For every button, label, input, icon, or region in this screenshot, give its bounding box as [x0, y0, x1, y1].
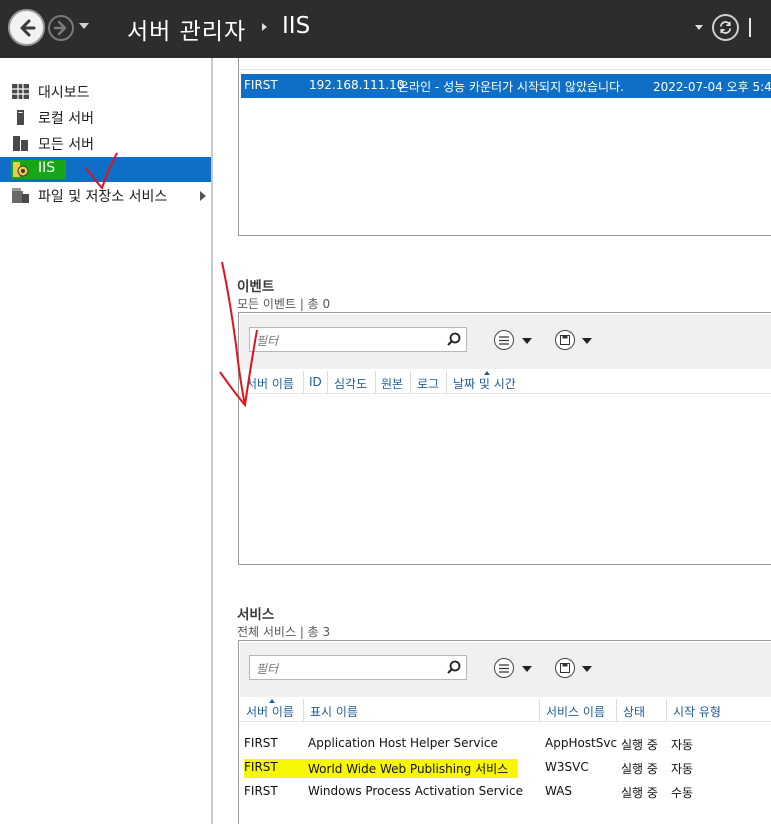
sidebar-item-iis[interactable]: IIS — [0, 157, 211, 182]
chevron-down-icon[interactable] — [582, 338, 592, 344]
column-separator — [375, 371, 376, 393]
column-header-start-type[interactable]: 시작 유형 — [673, 703, 721, 720]
column-header-status[interactable]: 상태 — [623, 703, 645, 720]
dashboard-icon — [12, 84, 29, 99]
column-header-log[interactable]: 로그 — [417, 375, 439, 392]
column-header-server-name[interactable]: 서버 이름 — [246, 703, 294, 720]
sidebar-item-dashboard[interactable]: 대시보드 — [0, 79, 211, 104]
cell-display-name: Application Host Helper Service — [308, 736, 498, 750]
search-icon[interactable] — [447, 332, 461, 346]
services-column-header: 서버 이름 표시 이름 서비스 이름 상태 시작 유형 — [239, 698, 771, 722]
column-header-id[interactable]: ID — [309, 375, 322, 389]
breadcrumb-dropdown[interactable] — [695, 25, 703, 30]
services-toolbar: 필터 — [240, 642, 771, 697]
cell-start-type: 자동 — [671, 762, 694, 776]
column-separator — [446, 371, 447, 393]
column-header-severity[interactable]: 심각도 — [334, 375, 367, 392]
refresh-icon — [719, 21, 732, 34]
cell-service-name: WAS — [545, 784, 573, 798]
menu-separator — [749, 18, 751, 37]
events-list-options-button[interactable] — [494, 330, 514, 350]
column-header-server-name[interactable]: 서버 이름 — [246, 375, 294, 392]
sidebar-item-all-servers[interactable]: 모든 서버 — [0, 131, 211, 156]
cell-display-name: Windows Process Activation Service — [308, 784, 523, 798]
services-list-options-button[interactable] — [494, 658, 514, 678]
cell-service-name: W3SVC — [545, 760, 589, 774]
row-ip-address: 192.168.111.10 — [309, 78, 405, 92]
services-save-button[interactable] — [555, 658, 575, 678]
filter-placeholder: 필터 — [256, 334, 279, 348]
sidebar-item-file-storage[interactable]: 파일 및 저장소 서비스 — [0, 183, 211, 208]
row-updated: 2022-07-04 오후 5:42 — [653, 80, 771, 94]
events-subtitle: 모든 이벤트 | 총 0 — [237, 297, 331, 311]
column-separator — [327, 371, 328, 393]
column-header-date-time[interactable]: 날짜 및 시간 — [453, 375, 516, 392]
column-header-service-name[interactable]: 서비스 이름 — [546, 703, 605, 720]
events-toolbar: 필터 — [240, 314, 771, 369]
services-subtitle: 전체 서비스 | 총 3 — [237, 625, 331, 639]
forward-button[interactable] — [48, 15, 74, 41]
events-column-header: 서버 이름 ID 심각도 원본 로그 날짜 및 시간 — [239, 370, 771, 394]
servers-column-header — [239, 58, 771, 70]
save-icon — [560, 663, 570, 673]
events-panel: 필터 서버 이름 ID 심각도 원본 로그 날짜 및 시간 — [238, 312, 771, 565]
refresh-button[interactable] — [712, 14, 739, 41]
all-servers-icon — [13, 136, 28, 151]
column-separator — [303, 699, 304, 721]
column-separator — [616, 699, 617, 721]
cell-start-type: 수동 — [671, 786, 694, 800]
events-title: 이벤트 — [237, 279, 275, 295]
sidebar-item-label: 파일 및 저장소 서비스 — [38, 189, 168, 205]
cell-status: 실행 중 — [621, 786, 658, 800]
cell-server-name: FIRST — [244, 736, 278, 750]
history-dropdown[interactable] — [79, 23, 89, 29]
file-storage-icon — [12, 188, 29, 203]
cell-display-name: World Wide Web Publishing 서비스 — [308, 762, 509, 776]
chevron-down-icon[interactable] — [582, 666, 592, 672]
column-separator — [666, 699, 667, 721]
submenu-arrow-icon[interactable] — [200, 191, 206, 201]
sidebar-item-label: IIS — [38, 160, 56, 176]
row-server-name: FIRST — [244, 78, 278, 92]
events-filter-input[interactable]: 필터 — [249, 327, 467, 352]
column-header-display-name[interactable]: 표시 이름 — [310, 703, 358, 720]
cell-service-name: AppHostSvc — [545, 736, 618, 750]
cell-status: 실행 중 — [621, 762, 658, 776]
cell-server-name: FIRST — [244, 784, 278, 798]
sidebar-item-local-server[interactable]: 로컬 서버 — [0, 105, 211, 130]
sidebar-item-label: 모든 서버 — [38, 137, 94, 153]
page-title: IIS — [282, 13, 311, 39]
iis-icon — [13, 162, 29, 177]
column-header-source[interactable]: 원본 — [381, 375, 403, 392]
cell-status: 실행 중 — [621, 738, 658, 752]
title-bar: 서버 관리자 IIS — [0, 0, 771, 58]
row-status: 온라인 - 성능 카운터가 시작되지 않았습니다. — [398, 80, 624, 94]
save-icon — [560, 335, 570, 345]
forward-arrow-icon — [53, 20, 67, 36]
column-separator — [539, 699, 540, 721]
cell-start-type: 자동 — [671, 738, 694, 752]
cell-server-name: FIRST — [244, 760, 278, 774]
back-button[interactable] — [8, 9, 45, 46]
services-title: 서비스 — [237, 607, 275, 623]
chevron-down-icon[interactable] — [522, 666, 532, 672]
events-save-button[interactable] — [555, 330, 575, 350]
sidebar-item-label: 대시보드 — [38, 85, 90, 101]
sidebar-item-label: 로컬 서버 — [38, 111, 94, 127]
list-icon — [499, 663, 509, 673]
back-arrow-icon — [20, 19, 35, 36]
local-server-icon — [17, 110, 24, 125]
column-separator — [303, 371, 304, 393]
app-title: 서버 관리자 — [127, 19, 247, 45]
breadcrumb-separator-icon — [262, 23, 267, 31]
filter-placeholder: 필터 — [256, 662, 279, 676]
sidebar: 대시보드 로컬 서버 모든 서버 IIS 파일 및 저장소 서비스 — [0, 58, 213, 824]
chevron-down-icon[interactable] — [522, 338, 532, 344]
search-icon[interactable] — [447, 660, 461, 674]
list-icon — [499, 335, 509, 345]
servers-table-row[interactable]: FIRST 192.168.111.10 온라인 - 성능 카운터가 시작되지 … — [241, 74, 771, 98]
services-filter-input[interactable]: 필터 — [249, 655, 467, 680]
server-manager-window: 서버 관리자 IIS 대시보드 로컬 서버 모든 서버 IIS 파일 및 저장소… — [0, 0, 771, 824]
column-separator — [410, 371, 411, 393]
